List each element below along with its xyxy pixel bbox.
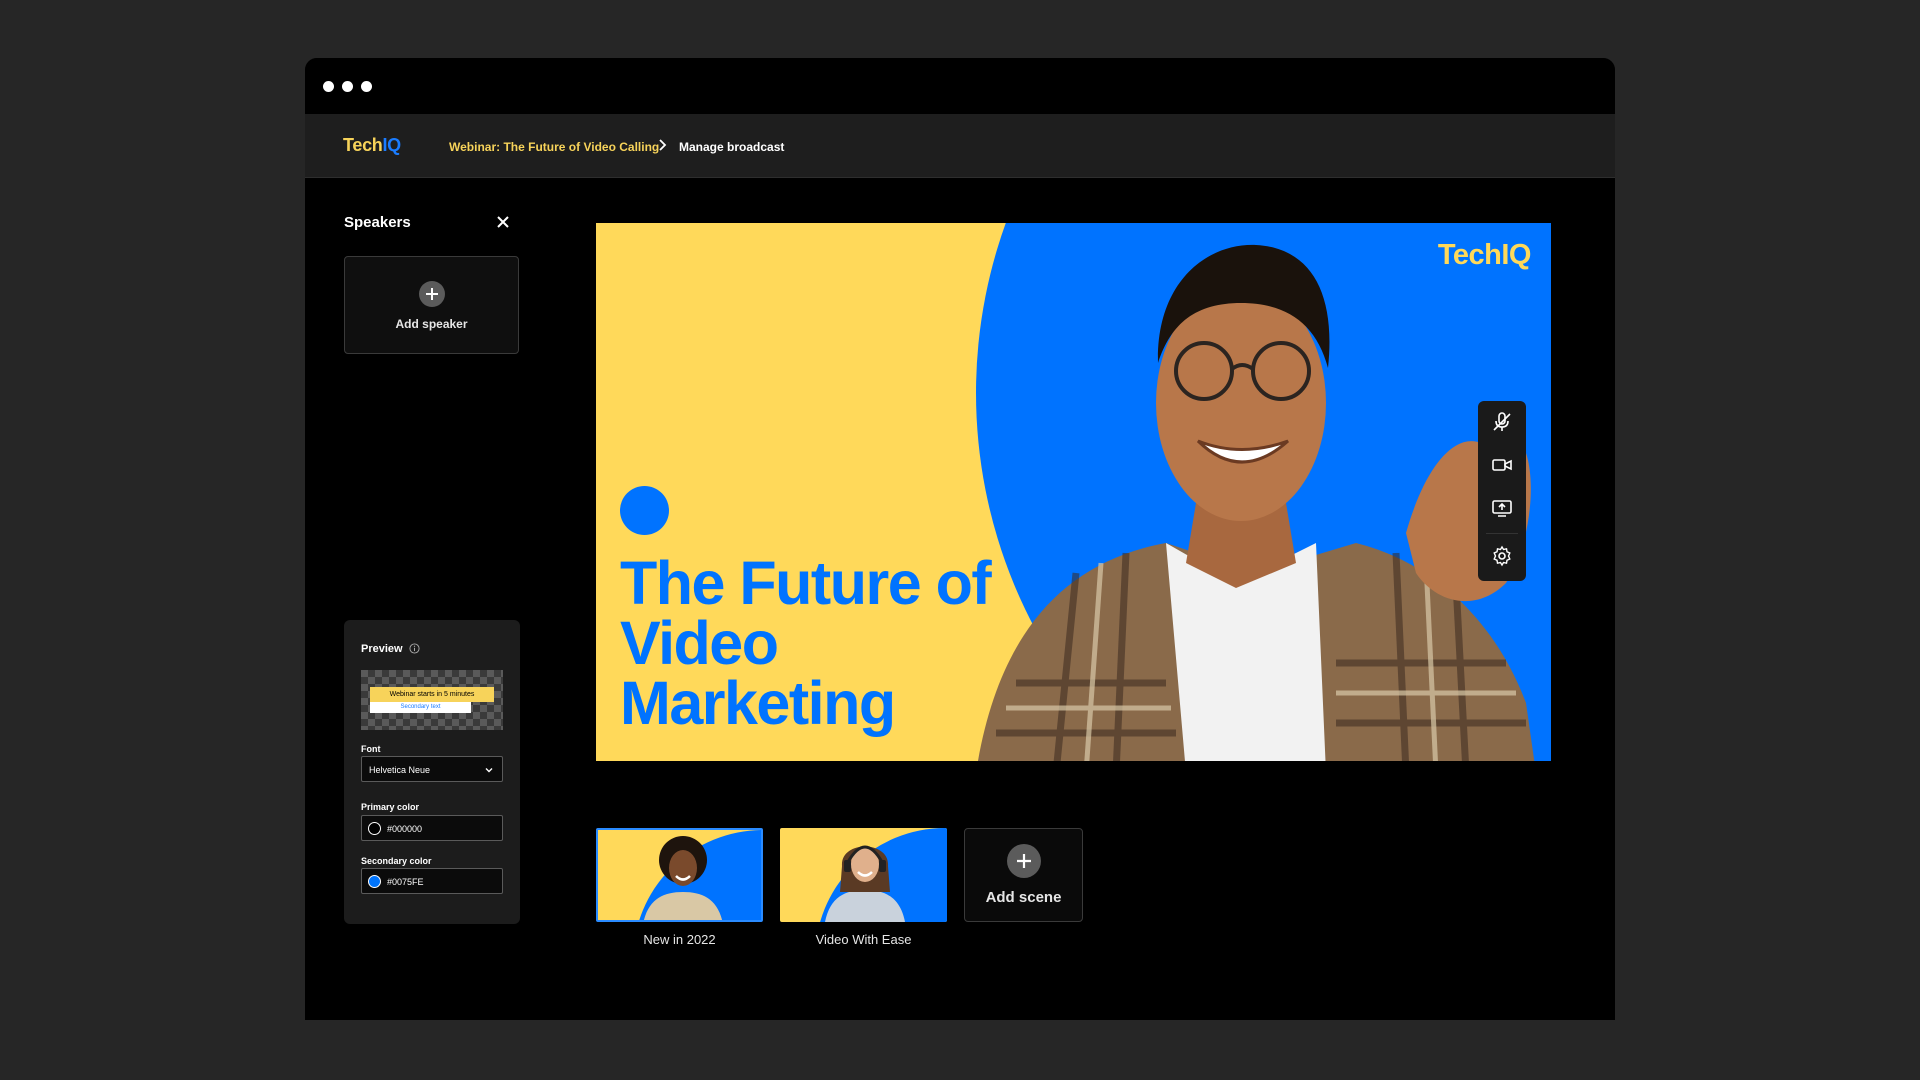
- top-navigation: TechIQ Webinar: The Future of Video Call…: [305, 114, 1615, 178]
- speakers-title: Speakers: [344, 214, 411, 231]
- secondary-color-value: #0075FE: [387, 877, 424, 887]
- breadcrumb-current: Manage broadcast: [679, 140, 785, 154]
- add-speaker-button[interactable]: Add speaker: [344, 256, 519, 354]
- add-scene-button[interactable]: Add scene: [964, 828, 1083, 922]
- app-logo[interactable]: TechIQ: [343, 135, 401, 156]
- preview-panel: Preview Webinar starts in 5 minutes Seco…: [344, 620, 520, 924]
- secondary-color-field[interactable]: #0075FE: [361, 868, 503, 894]
- chevron-down-icon: [485, 768, 493, 773]
- settings-icon[interactable]: [1490, 544, 1514, 568]
- stage-blue-dot: [620, 486, 669, 535]
- close-icon[interactable]: [496, 215, 510, 229]
- font-select-value: Helvetica Neue: [369, 765, 431, 775]
- primary-color-label: Primary color: [361, 802, 420, 812]
- media-controls: [1478, 401, 1526, 581]
- scene-person-image: [825, 845, 905, 922]
- info-icon[interactable]: [409, 643, 420, 654]
- primary-color-swatch[interactable]: [368, 822, 381, 835]
- add-scene-label: Add scene: [985, 889, 1062, 906]
- breadcrumb-webinar-link[interactable]: Webinar: The Future of Video Calling: [449, 140, 659, 154]
- screen-share-icon[interactable]: [1490, 496, 1514, 520]
- primary-color-field[interactable]: #000000: [361, 815, 503, 841]
- font-select[interactable]: Helvetica Neue: [361, 756, 503, 782]
- app-window: TechIQ Webinar: The Future of Video Call…: [305, 58, 1615, 1020]
- scene-thumbnail-new-in-2022[interactable]: [596, 828, 763, 922]
- scene-label: New in 2022: [643, 932, 716, 947]
- add-speaker-label: Add speaker: [395, 317, 468, 331]
- chevron-right-icon: [659, 139, 667, 151]
- title-bar: [305, 58, 1615, 114]
- font-label: Font: [361, 744, 381, 754]
- secondary-color-label: Secondary color: [361, 856, 432, 866]
- secondary-color-swatch[interactable]: [368, 875, 381, 888]
- plus-icon: [1007, 844, 1041, 878]
- plus-icon: [419, 281, 445, 307]
- mic-off-icon[interactable]: [1490, 410, 1514, 434]
- lower-third-preview: Webinar starts in 5 minutes Secondary te…: [361, 670, 503, 730]
- speaker-video-image: [978, 244, 1535, 761]
- window-dot-minimize[interactable]: [342, 81, 353, 92]
- primary-color-value: #000000: [387, 824, 423, 834]
- preview-title: Preview: [361, 643, 403, 655]
- controls-divider: [1486, 533, 1518, 534]
- scene-person-image: [644, 836, 722, 920]
- window-dot-close[interactable]: [323, 81, 334, 92]
- scene-label: Video With Ease: [815, 932, 912, 947]
- preview-primary-text: Webinar starts in 5 minutes: [370, 687, 494, 702]
- window-dot-maximize[interactable]: [361, 81, 372, 92]
- scene-thumbnail-video-with-ease[interactable]: [780, 828, 947, 922]
- preview-secondary-text: Secondary text: [370, 702, 471, 713]
- camera-icon[interactable]: [1490, 453, 1514, 477]
- broadcast-stage: The Future of Video Marketing TechIQ: [596, 223, 1551, 761]
